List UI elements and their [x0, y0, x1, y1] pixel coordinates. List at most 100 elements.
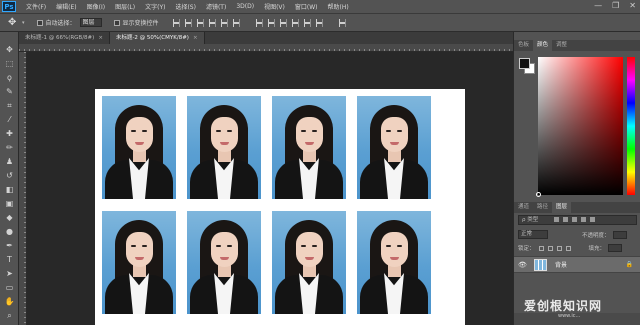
photoshop-logo-icon: Ps: [2, 1, 16, 12]
crop-tool-icon[interactable]: ⌗: [3, 100, 16, 111]
close-icon[interactable]: ×: [193, 35, 198, 41]
lasso-tool-icon[interactable]: ϙ: [3, 72, 16, 83]
tab-paths[interactable]: 路径: [533, 202, 552, 213]
gradient-tool-icon[interactable]: ▣: [3, 198, 16, 209]
lock-icon: 🔒: [625, 261, 633, 268]
align-bottom-icon[interactable]: [196, 18, 204, 27]
hand-tool-icon[interactable]: ✋: [3, 296, 16, 307]
minimize-button[interactable]: —: [594, 1, 602, 10]
chevron-down-icon[interactable]: ▾: [22, 20, 25, 26]
tab-layers[interactable]: 图层: [552, 202, 572, 213]
menu-image[interactable]: 图像(I): [87, 2, 105, 11]
menu-help[interactable]: 帮助(H): [328, 2, 349, 11]
align-top-icon[interactable]: [172, 18, 180, 27]
eye-icon[interactable]: 👁: [518, 261, 527, 269]
auto-align-icon[interactable]: [338, 18, 346, 27]
layer-row-background[interactable]: 👁 背景 🔒: [514, 256, 640, 273]
distribute-hcenter-icon[interactable]: [303, 18, 311, 27]
color-picker-field[interactable]: [538, 57, 623, 195]
restore-button[interactable]: ❐: [612, 1, 619, 10]
pen-tool-icon[interactable]: ✒: [3, 240, 16, 251]
color-picker-cursor[interactable]: [536, 192, 541, 197]
tab-color[interactable]: 颜色: [533, 40, 553, 51]
lock-all-icon[interactable]: [565, 245, 571, 251]
eyedropper-tool-icon[interactable]: ⁄: [3, 114, 16, 125]
menu-view[interactable]: 视图(V): [264, 2, 285, 11]
stamp-tool-icon[interactable]: ♟: [3, 156, 16, 167]
lock-pixels-icon[interactable]: [538, 245, 544, 251]
document-canvas[interactable]: [95, 89, 465, 325]
distribute-bottom-icon[interactable]: [279, 18, 287, 27]
opacity-field[interactable]: [612, 230, 627, 239]
dodge-tool-icon[interactable]: ●: [3, 226, 16, 237]
distribute-top-icon[interactable]: [255, 18, 263, 27]
right-panel: 色板 颜色 调整 通道 路径 图层 ρ 类型 正常 不透明度： 锁定： 填充： …: [513, 32, 640, 325]
show-transform-checkbox[interactable]: [113, 19, 120, 26]
distribute-vcenter-icon[interactable]: [267, 18, 275, 27]
filter-adjust-icon[interactable]: [563, 217, 568, 222]
hue-slider[interactable]: [627, 57, 635, 195]
quick-select-tool-icon[interactable]: ✎: [3, 86, 16, 97]
tab-channels[interactable]: 通道: [514, 202, 533, 213]
portrait-eye1: [216, 130, 221, 132]
align-hcenter-icon[interactable]: [220, 18, 228, 27]
lock-row: 锁定： 填充：: [518, 244, 637, 252]
move-tool-icon[interactable]: ✥: [8, 17, 20, 29]
canvas-area[interactable]: [27, 52, 513, 325]
menu-type[interactable]: 文字(Y): [145, 2, 165, 11]
align-vcenter-icon[interactable]: [184, 18, 192, 27]
brush-tool-icon[interactable]: ✏: [3, 142, 16, 153]
eraser-tool-icon[interactable]: ◧: [3, 184, 16, 195]
foreground-color-swatch[interactable]: [519, 58, 530, 69]
filter-smart-icon[interactable]: [590, 217, 595, 222]
portrait-face: [296, 117, 323, 152]
portrait-eye2: [227, 130, 232, 132]
distribute-right-icon[interactable]: [315, 18, 323, 27]
close-icon[interactable]: ×: [98, 35, 103, 41]
type-tool-icon[interactable]: T: [3, 254, 16, 265]
filter-shape-icon[interactable]: [581, 217, 586, 222]
distribute-left-icon[interactable]: [291, 18, 299, 27]
tab-swatches[interactable]: 色板: [514, 40, 533, 51]
shape-tool-icon[interactable]: ▭: [3, 282, 16, 293]
tab-document-1[interactable]: 未标题-1 @ 66%(RGB/8#) ×: [19, 32, 110, 44]
horizontal-ruler[interactable]: [19, 44, 513, 52]
lock-paint-icon[interactable]: [547, 245, 553, 251]
id-photo: [187, 211, 261, 314]
filter-pixel-icon[interactable]: [554, 217, 559, 222]
auto-select-dropdown[interactable]: 图层: [79, 18, 102, 27]
marquee-tool-icon[interactable]: ⬚: [3, 58, 16, 69]
lock-move-icon[interactable]: [556, 245, 562, 251]
portrait-eye2: [142, 245, 147, 247]
align-right-icon[interactable]: [232, 18, 240, 27]
menu-3d[interactable]: 3D(D): [236, 3, 254, 10]
lock-label: 锁定：: [518, 246, 535, 252]
watermark-text: 爱创根知识网: [524, 299, 603, 313]
tab-adjustments[interactable]: 调整: [552, 40, 571, 51]
filter-type-icon[interactable]: [572, 217, 577, 222]
align-left-icon[interactable]: [208, 18, 216, 27]
menu-edit[interactable]: 编辑(E): [56, 2, 76, 11]
menu-layer[interactable]: 图层(L): [115, 2, 135, 11]
layer-thumbnail: [534, 258, 547, 271]
zoom-tool-icon[interactable]: ⌕: [3, 310, 16, 321]
history-brush-tool-icon[interactable]: ↺: [3, 170, 16, 181]
menu-filter[interactable]: 滤镜(T): [206, 2, 226, 11]
auto-select-checkbox[interactable]: [36, 19, 43, 26]
portrait-face: [211, 117, 238, 152]
blur-tool-icon[interactable]: ◆: [3, 212, 16, 223]
id-photo: [357, 96, 431, 199]
menu-select[interactable]: 选择(S): [175, 2, 196, 11]
healing-tool-icon[interactable]: ✚: [3, 128, 16, 139]
menu-window[interactable]: 窗口(W): [295, 2, 318, 11]
path-select-tool-icon[interactable]: ➤: [3, 268, 16, 279]
portrait-eye2: [397, 130, 402, 132]
move-tool-icon[interactable]: ✥: [3, 44, 16, 55]
menu-file[interactable]: 文件(F): [26, 2, 46, 11]
blend-mode-dropdown[interactable]: 正常: [518, 230, 548, 239]
fill-field[interactable]: [608, 244, 623, 252]
vertical-ruler[interactable]: [19, 52, 27, 325]
tab-document-2[interactable]: 未标题-2 @ 50%(CMYK/8#) ×: [109, 32, 205, 44]
close-button[interactable]: ✕: [629, 1, 636, 10]
portrait-eye1: [131, 245, 136, 247]
